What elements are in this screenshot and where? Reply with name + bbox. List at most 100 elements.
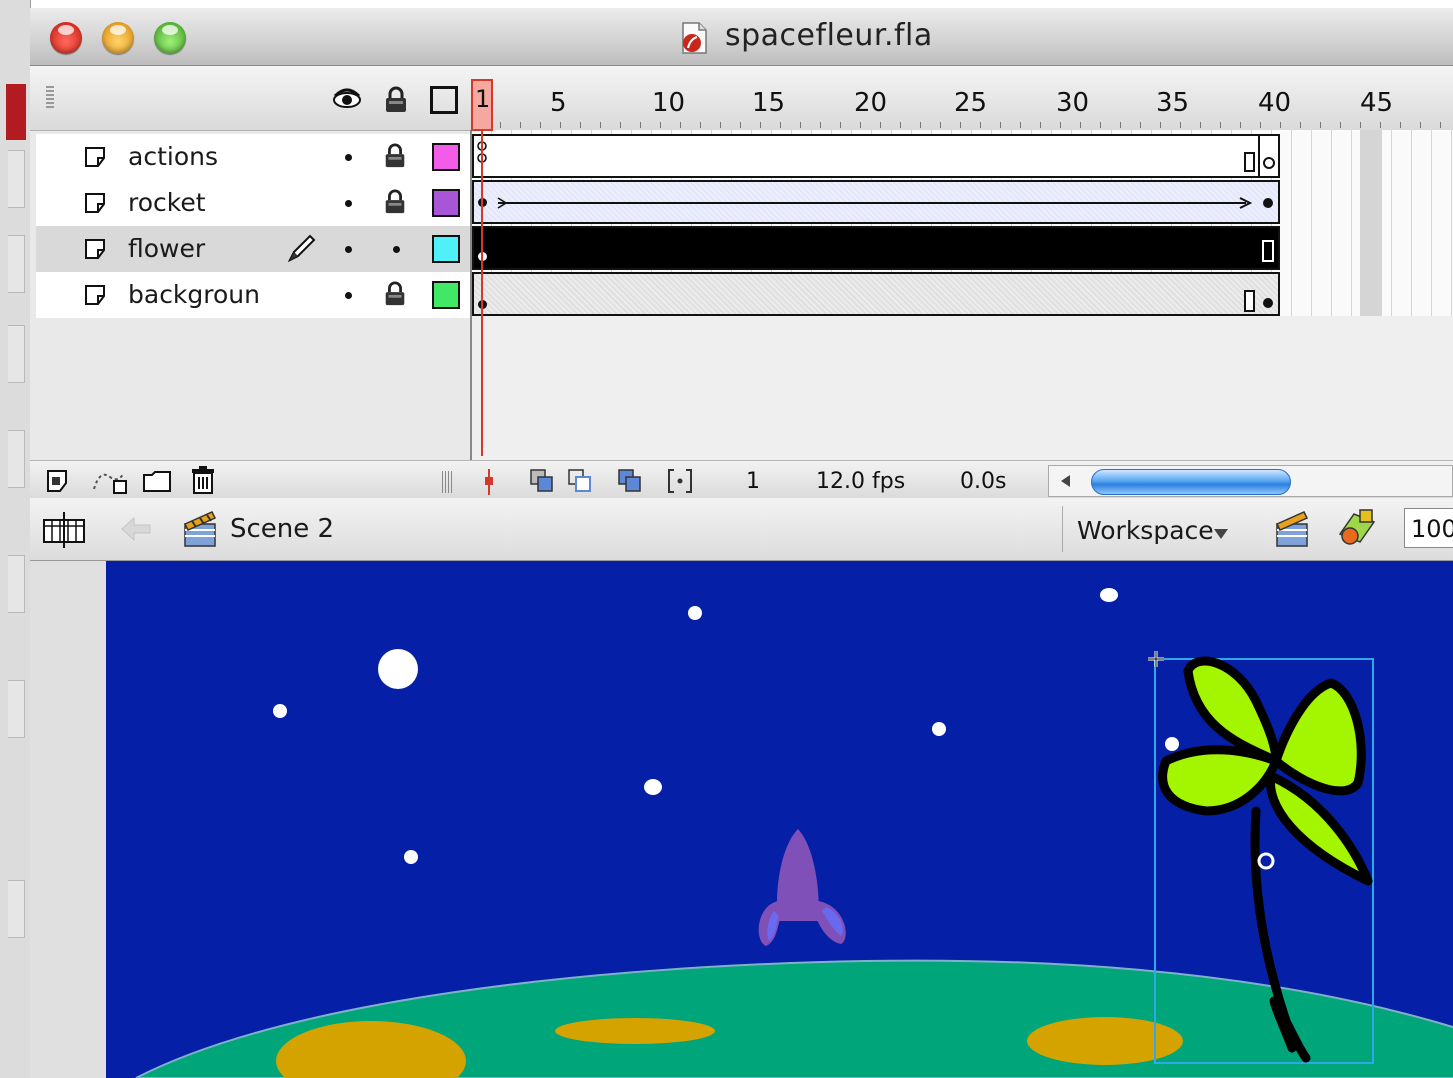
end-frame-marker — [1244, 290, 1255, 312]
background-app-panel — [8, 325, 25, 383]
timeline-panel: 1 5 10 15 20 25 30 35 40 45 actions rock… — [30, 66, 1453, 502]
panel-grip[interactable] — [46, 86, 54, 108]
zoom-button[interactable] — [154, 22, 186, 54]
tween-arrow-tail — [497, 197, 508, 209]
frame-number: 30 — [1056, 88, 1090, 118]
flash-window: spacefleur.fla 1 5 10 15 20 25 30 — [30, 8, 1453, 1078]
onion-skin-icon[interactable] — [528, 467, 556, 495]
center-frame-icon[interactable] — [482, 467, 496, 497]
layer-color-swatch[interactable] — [432, 235, 460, 263]
layer-color-swatch[interactable] — [432, 189, 460, 217]
stage-pasteboard — [30, 561, 1453, 1078]
background-app-panel — [8, 430, 25, 488]
timeline-toggle-icon[interactable] — [42, 510, 86, 550]
edit-symbols-icon[interactable] — [1334, 508, 1378, 548]
lock-dot[interactable] — [393, 246, 400, 253]
timeline-horizontal-scrollbar[interactable] — [1048, 465, 1453, 497]
layer-icon — [85, 285, 105, 305]
frame-rate-readout[interactable]: 12.0 fps — [816, 469, 905, 494]
scrollbar-thumb[interactable] — [1091, 469, 1291, 495]
layer-name: backgroun — [128, 280, 260, 309]
onion-skin-outlines-icon[interactable] — [566, 467, 594, 495]
visibility-dot[interactable] — [345, 154, 352, 161]
rocket-tween-track[interactable] — [472, 180, 1280, 224]
actions-track[interactable] — [472, 134, 1280, 178]
back-arrow-icon[interactable] — [118, 514, 154, 544]
star — [688, 606, 702, 620]
modify-onion-markers-icon[interactable] — [666, 467, 694, 495]
background-track[interactable] — [472, 272, 1280, 316]
outline-icon[interactable] — [430, 86, 458, 114]
edit-scene-icon[interactable] — [1274, 508, 1310, 550]
visibility-dot[interactable] — [345, 246, 352, 253]
star — [1165, 737, 1179, 751]
frame-number: 5 — [550, 88, 567, 118]
star — [1100, 588, 1118, 602]
timeline-footer: 1 12.0 fps 0.0s — [30, 460, 1453, 502]
scroll-left-arrow-icon[interactable] — [1059, 474, 1073, 488]
transform-point — [1257, 852, 1275, 870]
stage-canvas[interactable] — [106, 561, 1453, 1078]
layer-color-swatch[interactable] — [432, 143, 460, 171]
title-bar[interactable]: spacefleur.fla — [30, 8, 1453, 66]
pencil-icon — [287, 234, 316, 263]
window-title: spacefleur.fla — [725, 18, 933, 53]
frame-number: 15 — [752, 88, 786, 118]
star — [404, 850, 418, 864]
frame-number: 10 — [652, 88, 686, 118]
edit-multiple-frames-icon[interactable] — [616, 467, 644, 495]
rocket-shape — [758, 829, 846, 946]
frames-area[interactable] — [470, 130, 1453, 460]
eye-icon[interactable] — [332, 86, 362, 114]
background-app-panel — [8, 235, 25, 293]
crater — [555, 1018, 715, 1044]
layer-icon — [85, 193, 105, 213]
star — [932, 722, 946, 736]
workspace-menu[interactable]: Workspace — [1062, 506, 1243, 552]
layer-name: flower — [128, 234, 206, 263]
trash-icon[interactable] — [190, 465, 216, 495]
workspace-label: Workspace — [1077, 516, 1214, 545]
clapper-icon — [183, 511, 217, 547]
playhead-line — [481, 130, 483, 456]
add-motion-guide-icon[interactable] — [90, 467, 130, 495]
splitter-grip[interactable] — [442, 471, 452, 493]
playhead-frame-label: 1 — [475, 85, 491, 113]
fla-document-icon — [682, 22, 707, 54]
frame-number: 45 — [1360, 88, 1394, 118]
flower-track-selected[interactable] — [472, 226, 1280, 270]
lock-icon[interactable] — [382, 86, 410, 114]
elapsed-time-readout: 0.0s — [960, 469, 1007, 494]
visibility-dot[interactable] — [345, 292, 352, 299]
lock-icon[interactable] — [382, 142, 408, 170]
background-app-panel — [8, 555, 25, 613]
frame-ruler-ticks — [500, 122, 1453, 128]
layer-row-actions[interactable]: actions — [36, 134, 470, 180]
lock-icon[interactable] — [382, 188, 408, 216]
layer-icon — [85, 239, 105, 259]
minimize-button[interactable] — [102, 22, 134, 54]
registration-cross — [1148, 651, 1164, 667]
frame-number: 35 — [1156, 88, 1190, 118]
layer-row-rocket[interactable]: rocket — [36, 180, 470, 226]
lock-icon[interactable] — [382, 280, 408, 308]
empty-keyframe-icon — [1263, 157, 1275, 169]
star — [273, 704, 287, 718]
current-frame-readout: 1 — [746, 469, 760, 494]
keyframe-icon — [1263, 298, 1273, 308]
keyframe-icon — [1263, 198, 1273, 208]
layer-name: rocket — [128, 188, 206, 217]
insert-layer-icon[interactable] — [46, 469, 72, 493]
close-button[interactable] — [50, 22, 82, 54]
layer-color-swatch[interactable] — [432, 281, 460, 309]
zoom-field[interactable]: 100% — [1404, 508, 1453, 548]
layer-row-background[interactable]: backgroun — [36, 272, 470, 318]
insert-folder-icon[interactable] — [142, 469, 172, 493]
playhead[interactable]: 1 — [471, 79, 493, 131]
scene-name: Scene 2 — [230, 514, 335, 544]
frame-column-highlight — [1360, 130, 1382, 316]
layer-icon — [85, 147, 105, 167]
visibility-dot[interactable] — [345, 200, 352, 207]
frame-number: 40 — [1258, 88, 1292, 118]
layer-row-flower[interactable]: flower — [36, 226, 470, 272]
